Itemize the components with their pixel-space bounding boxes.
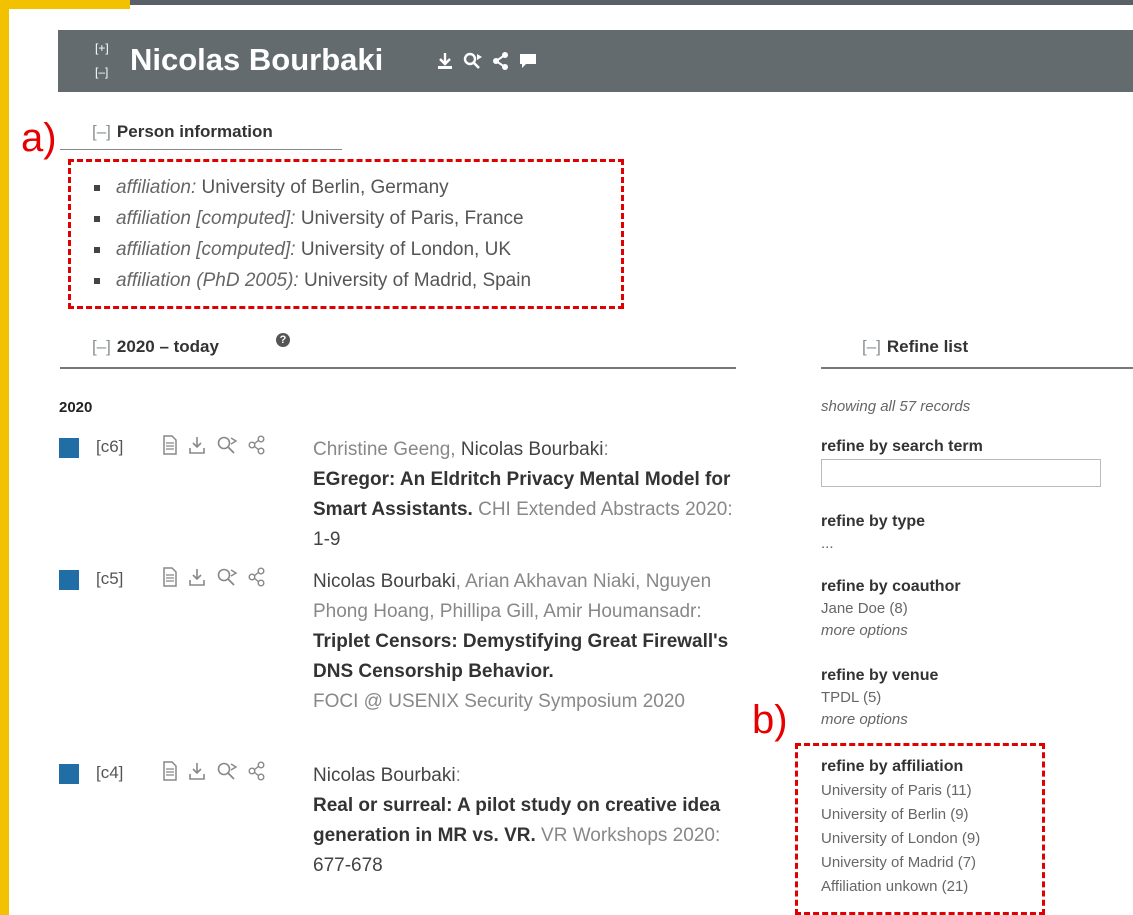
comment-icon[interactable] xyxy=(519,52,537,72)
records-count: showing all 57 records xyxy=(821,398,971,415)
document-icon[interactable] xyxy=(162,567,178,587)
author-self: Nicolas Bourbaki xyxy=(460,439,604,460)
download-icon[interactable] xyxy=(188,435,206,455)
annotation-b: b) xyxy=(752,698,788,742)
refine-title: Refine list xyxy=(886,337,969,356)
banner-toolbar xyxy=(437,52,537,72)
entry-pages: 677-678 xyxy=(313,855,383,876)
year-heading: 2020 xyxy=(59,399,93,416)
author-link[interactable]: Arian Akhavan Niaki xyxy=(465,571,635,592)
refine-search-heading: refine by search term xyxy=(821,438,983,455)
search-person-icon[interactable] xyxy=(216,761,238,781)
person-info-rule xyxy=(60,149,342,150)
author-link[interactable]: Phillipa Gill xyxy=(440,601,534,622)
share-icon[interactable] xyxy=(248,567,266,587)
refine-venue-group: refine by venue TPDL (5) more options xyxy=(821,665,938,731)
search-person-icon[interactable] xyxy=(463,52,483,72)
refine-rule xyxy=(821,367,1133,369)
entry-citation: Christine Geeng, Nicolas Bourbaki: EGreg… xyxy=(313,439,733,550)
download-icon[interactable] xyxy=(188,761,206,781)
author-link[interactable]: Amir Houmansadr xyxy=(543,601,696,622)
person-info-heading[interactable]: [–] Person information xyxy=(92,122,273,142)
entry-key: [c4] xyxy=(96,763,124,782)
entry-key: [c5] xyxy=(96,569,124,588)
entry-citation: Nicolas Bourbaki: Real or surreal: A pil… xyxy=(313,765,721,876)
search-person-icon[interactable] xyxy=(216,435,238,455)
document-icon[interactable] xyxy=(162,761,178,781)
author-link[interactable]: Christine Geeng xyxy=(313,439,450,460)
refine-coauthor-group: refine by coauthor Jane Doe (8) more opt… xyxy=(821,576,961,642)
entry-tools xyxy=(162,435,266,455)
document-icon[interactable] xyxy=(162,435,178,455)
person-info-toggle[interactable]: [–] xyxy=(92,122,111,141)
entry-venue[interactable]: VR Workshops 2020 xyxy=(541,825,715,846)
conference-marker-icon xyxy=(59,570,79,590)
publications-heading[interactable]: [–] 2020 – today xyxy=(92,337,219,357)
conference-marker-icon xyxy=(59,438,79,458)
expand-all-toggle[interactable]: [+] xyxy=(95,42,109,54)
frame-left-border xyxy=(0,0,9,915)
share-icon[interactable] xyxy=(248,435,266,455)
annotation-a: a) xyxy=(21,116,57,160)
coauthor-more-options[interactable]: more options xyxy=(821,620,961,642)
publications-rule xyxy=(60,367,736,369)
venue-option[interactable]: TPDL (5) xyxy=(821,687,938,709)
coauthor-option[interactable]: Jane Doe (8) xyxy=(821,598,961,620)
entry-pages: 1-9 xyxy=(313,529,341,550)
entry-venue[interactable]: FOCI @ USENIX Security Symposium 2020 xyxy=(313,691,685,712)
refine-toggle[interactable]: [–] xyxy=(862,337,881,356)
download-icon[interactable] xyxy=(437,52,453,72)
refine-type-value[interactable]: ... xyxy=(821,533,925,555)
page-title: Nicolas Bourbaki xyxy=(130,42,384,77)
collapse-all-toggle[interactable]: [–] xyxy=(95,66,108,78)
refine-heading[interactable]: [–] Refine list xyxy=(862,337,968,357)
annotation-box-b xyxy=(795,743,1045,915)
refine-venue-heading: refine by venue xyxy=(821,667,939,684)
download-icon[interactable] xyxy=(188,567,206,587)
author-self: Nicolas Bourbaki xyxy=(313,571,456,592)
refine-search-input[interactable] xyxy=(821,459,1101,487)
entry-key: [c6] xyxy=(96,437,124,456)
publications-title: 2020 – today xyxy=(116,337,219,356)
frame-top-tab xyxy=(0,0,130,9)
publications-toggle[interactable]: [–] xyxy=(92,337,111,356)
venue-more-options[interactable]: more options xyxy=(821,709,938,731)
help-icon[interactable]: ? xyxy=(276,333,290,347)
share-icon[interactable] xyxy=(248,761,266,781)
annotation-box-a xyxy=(68,159,624,309)
entry-citation: Nicolas Bourbaki, Arian Akhavan Niaki, N… xyxy=(313,571,729,712)
entry-tools xyxy=(162,761,266,781)
entry-tools xyxy=(162,567,266,587)
entry-title: Triplet Censors: Demystifying Great Fire… xyxy=(313,631,729,682)
refine-coauthor-heading: refine by coauthor xyxy=(821,578,961,595)
entry-venue[interactable]: CHI Extended Abstracts 2020 xyxy=(478,499,727,520)
conference-marker-icon xyxy=(59,764,79,784)
share-icon[interactable] xyxy=(493,52,509,72)
person-info-title: Person information xyxy=(116,122,273,141)
refine-type-heading: refine by type xyxy=(821,513,926,530)
author-self: Nicolas Bourbaki xyxy=(313,765,456,786)
search-person-icon[interactable] xyxy=(216,567,238,587)
frame-top-bar xyxy=(130,0,1133,5)
refine-type-group: refine by type ... xyxy=(821,511,925,555)
